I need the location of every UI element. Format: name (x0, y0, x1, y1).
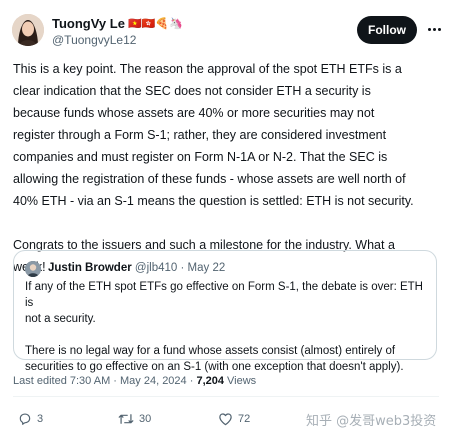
more-options-icon[interactable] (425, 22, 443, 36)
like-button[interactable]: 72 (218, 410, 250, 428)
quoted-author-avatar (25, 261, 41, 277)
watermark-text: 知乎 @发哥web3投资 (306, 414, 437, 429)
author-display-name[interactable]: TuongVy Le (52, 16, 125, 31)
quoted-author-name: Justin Browder (48, 262, 132, 274)
repost-icon (118, 414, 134, 424)
reply-button[interactable]: 3 (18, 410, 43, 428)
reply-icon (19, 413, 31, 425)
quoted-tweet[interactable]: Justin Browder @jlb410 · May 22 If any o… (13, 250, 437, 373)
author-handle[interactable]: @TuongvyLe12 (52, 33, 136, 47)
author-name-row: TuongVy Le 🇻🇳🇭🇰🍕🦄 (52, 16, 183, 31)
repost-button[interactable]: 30 (118, 410, 151, 428)
repost-count: 30 (139, 413, 152, 425)
tweet-text: This is a key point. The reason the appr… (13, 62, 414, 274)
tweet-meta: Last edited 7:30 AM · May 24, 2024 · 7,2… (13, 375, 256, 387)
heart-icon (219, 413, 232, 426)
quoted-meta: Justin Browder @jlb410 · May 22 (48, 262, 225, 274)
quoted-separator: · (180, 262, 185, 274)
follow-button[interactable]: Follow (357, 16, 417, 44)
actions-divider (13, 396, 439, 397)
views-count: 7,204 (196, 375, 224, 387)
quoted-author-handle: @jlb410 (134, 262, 178, 274)
like-count: 72 (238, 413, 251, 425)
author-avatar[interactable] (12, 14, 44, 46)
views-label: Views (223, 375, 257, 387)
quoted-date: May 22 (187, 262, 226, 274)
quoted-tweet-text: If any of the ETH spot ETFs go effective… (25, 281, 423, 373)
tweet-card: TuongVy Le 🇻🇳🇭🇰🍕🦄 @TuongvyLe12 Follow Th… (0, 0, 452, 440)
author-name-emojis: 🇻🇳🇭🇰🍕🦄 (127, 17, 183, 30)
avatar-photo (12, 14, 44, 46)
edited-timestamp[interactable]: Last edited 7:30 AM · May 24, 2024 · (13, 375, 196, 387)
reply-count: 3 (37, 413, 44, 425)
quoted-avatar-photo (25, 261, 41, 277)
